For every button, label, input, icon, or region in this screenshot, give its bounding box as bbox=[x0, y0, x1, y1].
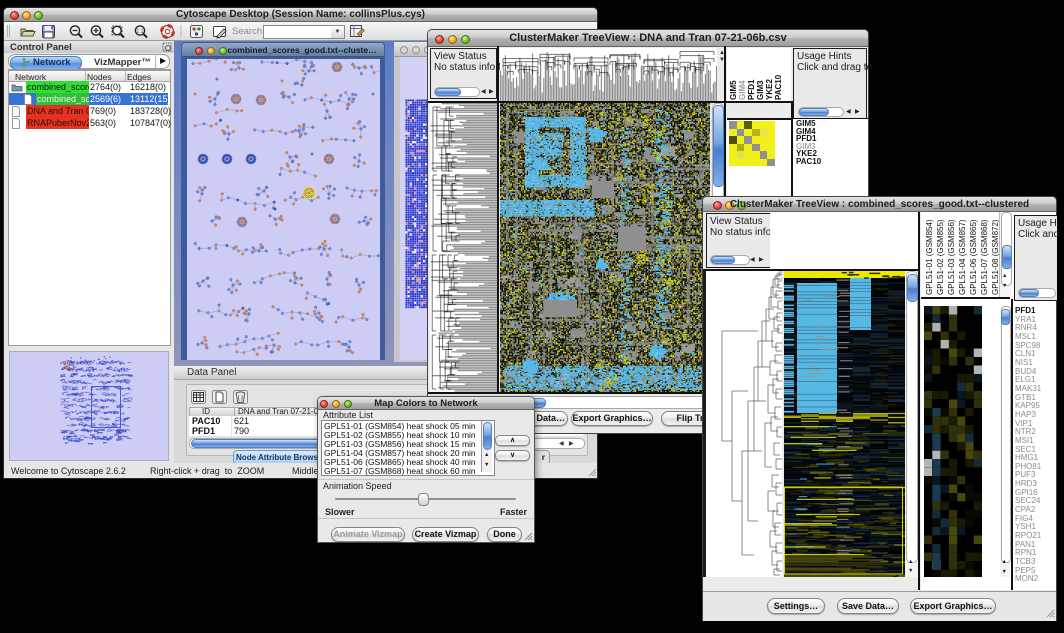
svg-text:1:1: 1:1 bbox=[137, 29, 144, 35]
